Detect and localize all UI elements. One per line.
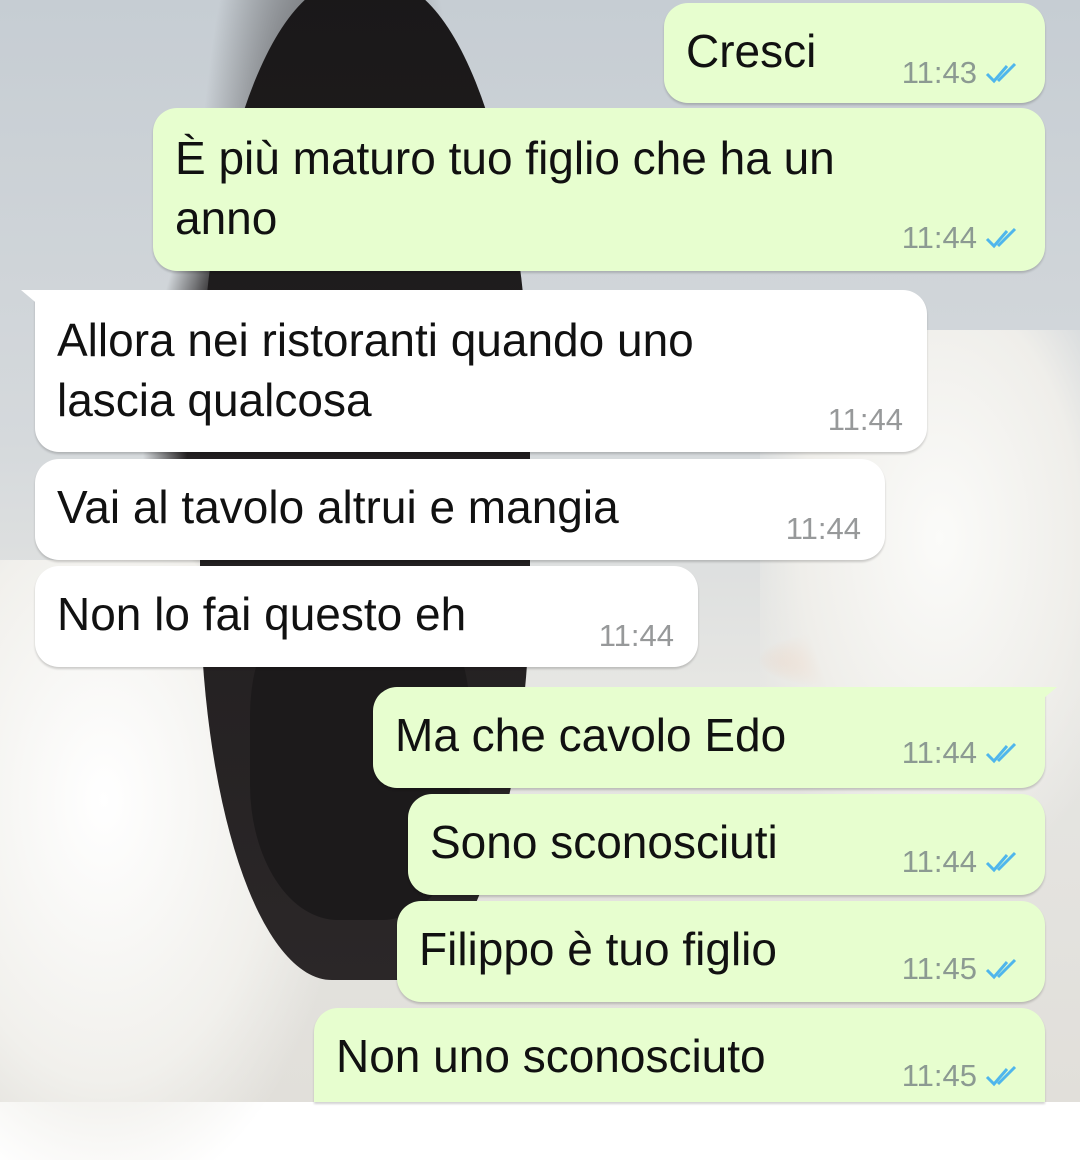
message-time: 11:44 (598, 618, 674, 653)
message-bubble-outgoing[interactable]: Filippo è tuo figlio 11:45 (397, 901, 1045, 1002)
message-meta: 11:44 (786, 511, 861, 547)
message-text: Cresci (686, 25, 817, 77)
double-check-icon (985, 851, 1017, 873)
double-check-icon (985, 1065, 1017, 1087)
message-time: 11:43 (901, 55, 977, 90)
message-bubble-outgoing[interactable]: È più maturo tuo figlio che ha un anno 1… (153, 108, 1045, 271)
message-meta: 11:45 (902, 951, 1025, 987)
message-time: 11:44 (901, 735, 977, 770)
message-meta: 11:43 (902, 55, 1025, 91)
message-time: 11:45 (901, 951, 977, 986)
message-bubble-outgoing[interactable]: Cresci 11:43 (664, 3, 1045, 103)
message-text: Ma che cavolo Edo (395, 709, 787, 761)
message-time: 11:44 (827, 402, 903, 437)
double-check-icon (985, 227, 1017, 249)
message-meta: 11:45 (902, 1058, 1025, 1094)
double-check-icon (985, 958, 1017, 980)
message-text: Vai al tavolo altrui e mangia (57, 481, 619, 533)
message-text: Sono sconosciuti (430, 816, 778, 868)
message-bubble-outgoing[interactable]: Sono sconosciuti 11:44 (408, 794, 1045, 895)
message-text: Allora nei ristoranti quando uno lascia … (57, 314, 694, 426)
message-text: È più maturo tuo figlio che ha un anno (175, 132, 835, 244)
message-text: Non uno sconosciuto (336, 1030, 766, 1082)
message-bubble-outgoing[interactable]: Non uno sconosciuto 11:45 (314, 1008, 1045, 1102)
message-time: 11:44 (785, 511, 861, 546)
message-time: 11:45 (901, 1058, 977, 1093)
message-bubble-incoming[interactable]: Vai al tavolo altrui e mangia 11:44 (35, 459, 885, 560)
message-bubble-incoming[interactable]: Allora nei ristoranti quando uno lascia … (21, 290, 927, 452)
message-text: Filippo è tuo figlio (419, 923, 777, 975)
message-meta: 11:44 (902, 844, 1025, 880)
bubble-tail (21, 290, 47, 312)
message-time: 11:44 (901, 220, 977, 255)
bubble-tail (1031, 687, 1057, 709)
double-check-icon (985, 62, 1017, 84)
message-meta: 11:44 (599, 618, 674, 654)
message-meta: 11:44 (902, 220, 1025, 256)
message-text: Non lo fai questo eh (57, 588, 467, 640)
message-bubble-outgoing[interactable]: Ma che cavolo Edo 11:44 (373, 687, 1057, 788)
message-meta: 11:44 (828, 402, 903, 438)
message-bubble-incoming[interactable]: Non lo fai questo eh 11:44 (35, 566, 698, 667)
double-check-icon (985, 742, 1017, 764)
message-time: 11:44 (901, 844, 977, 879)
message-meta: 11:44 (902, 735, 1025, 771)
